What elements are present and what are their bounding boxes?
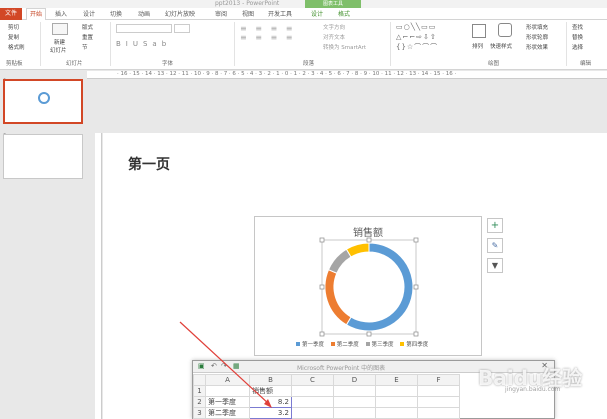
- watermark-url: jingyan.baidu.com: [505, 386, 561, 393]
- annotation-arrow: [179, 321, 272, 408]
